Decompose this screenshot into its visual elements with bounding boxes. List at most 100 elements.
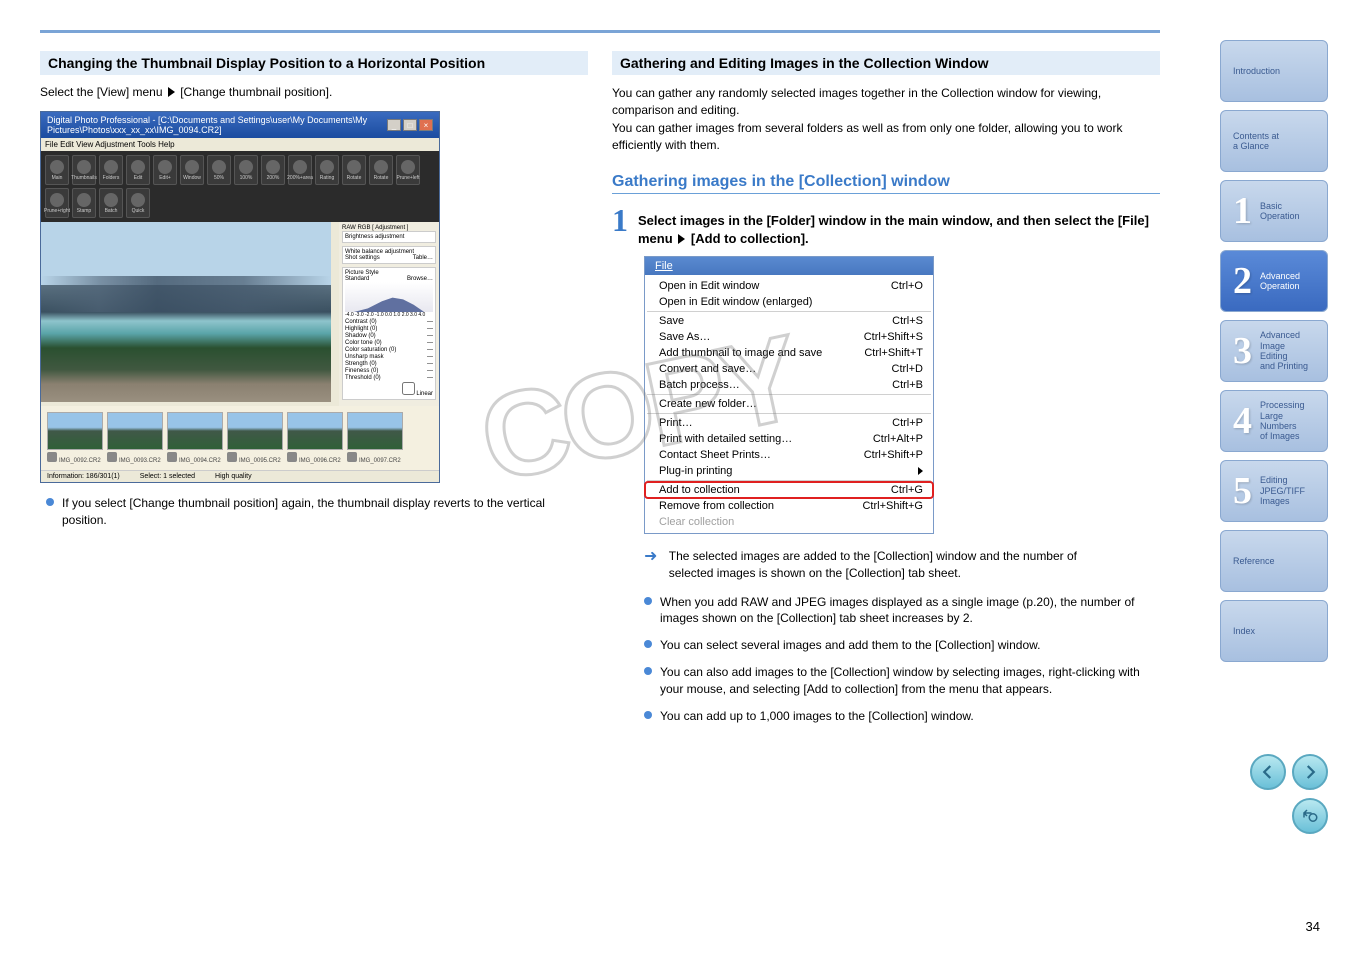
shortcut: Ctrl+P — [892, 417, 923, 429]
chapter-tab[interactable]: Introduction — [1220, 40, 1328, 102]
tool-button[interactable]: Window — [180, 155, 204, 185]
slider-row[interactable]: Color tone (0)— — [345, 340, 433, 346]
thumb-label: IMG_0095.CR2 — [227, 452, 283, 464]
person-icon — [167, 452, 177, 462]
chapter-tab[interactable]: 3Advanced Image Editing and Printing — [1220, 320, 1328, 382]
thumbnail[interactable]: IMG_0095.CR2 — [227, 412, 283, 464]
slider-row[interactable]: Shadow (0)— — [345, 333, 433, 339]
thumb-label: IMG_0096.CR2 — [287, 452, 343, 464]
tool-icon — [77, 160, 91, 174]
maximize-icon[interactable]: □ — [403, 119, 417, 131]
table-btn[interactable]: Table… — [413, 255, 433, 261]
menu-item[interactable]: Print…Ctrl+P — [645, 415, 933, 431]
shortcut: Ctrl+Shift+T — [864, 347, 923, 359]
menu-item[interactable]: Print with detailed setting…Ctrl+Alt+P — [645, 431, 933, 447]
chapter-label: Introduction — [1233, 66, 1280, 76]
slider-row[interactable]: Contrast (0)— — [345, 319, 433, 325]
tool-button[interactable]: Quick — [126, 188, 150, 218]
bullet-text: You can select several images and add th… — [660, 637, 1040, 654]
menu-item[interactable]: Save As…Ctrl+Shift+S — [645, 329, 933, 345]
menu-item[interactable]: Batch process…Ctrl+B — [645, 377, 933, 393]
bullet-icon — [46, 498, 54, 506]
tool-button[interactable]: 50% — [207, 155, 231, 185]
menu-label: Print with detailed setting… — [659, 433, 792, 445]
slider-row[interactable]: Threshold (0)— — [345, 375, 433, 381]
chapter-label: Reference — [1233, 556, 1275, 566]
menu-item[interactable]: Open in Edit window (enlarged) — [645, 294, 933, 310]
tool-button[interactable]: Prune+left — [396, 155, 420, 185]
tool-button[interactable]: Rotate — [342, 155, 366, 185]
intro-text: You can gather any randomly selected ima… — [612, 85, 1160, 155]
close-icon[interactable]: × — [419, 119, 433, 131]
shortcut: Ctrl+B — [892, 379, 923, 391]
tool-button[interactable]: Edit — [126, 155, 150, 185]
tool-button[interactable]: Main — [45, 155, 69, 185]
thumb-label: IMG_0092.CR2 — [47, 452, 103, 464]
next-page-button[interactable] — [1292, 754, 1328, 790]
result-text: The selected images are added to the [Co… — [669, 548, 1109, 582]
tool-button[interactable]: 100% — [234, 155, 258, 185]
menu-separator — [647, 480, 931, 481]
menu-label: Open in Edit window — [659, 280, 759, 292]
menu-item[interactable]: Convert and save…Ctrl+D — [645, 361, 933, 377]
menu-item[interactable]: Create new folder… — [645, 396, 933, 412]
menu-item[interactable]: Contact Sheet Prints…Ctrl+Shift+P — [645, 447, 933, 463]
chapter-tab[interactable]: Contents at a Glance — [1220, 110, 1328, 172]
tool-button[interactable]: Batch — [99, 188, 123, 218]
menu-label: Remove from collection — [659, 500, 774, 512]
chapter-tab[interactable]: 2Advanced Operation — [1220, 250, 1328, 312]
bullet-icon — [644, 597, 652, 605]
menu-item[interactable]: Open in Edit windowCtrl+O — [645, 278, 933, 294]
left-bullets: If you select [Change thumbnail position… — [46, 495, 588, 529]
menu-item[interactable]: Plug-in printing — [645, 463, 933, 479]
tool-button[interactable]: Rating — [315, 155, 339, 185]
slider-row[interactable]: Strength (0)— — [345, 361, 433, 367]
chapter-tab[interactable]: Index — [1220, 600, 1328, 662]
menu-item[interactable]: SaveCtrl+S — [645, 313, 933, 329]
slider-row[interactable]: Unsharp mask— — [345, 354, 433, 360]
menu-label: Open in Edit window (enlarged) — [659, 296, 812, 308]
tool-button[interactable]: 200% — [261, 155, 285, 185]
section-heading-right: Gathering and Editing Images in the Coll… — [612, 51, 1160, 75]
tool-button[interactable]: Stamp — [72, 188, 96, 218]
menu-label: Contact Sheet Prints… — [659, 449, 771, 461]
slider-row[interactable]: Color saturation (0)— — [345, 347, 433, 353]
app-main — [41, 222, 339, 406]
tool-button[interactable]: Prune+right — [45, 188, 69, 218]
chapter-tab[interactable]: 5Editing JPEG/TIFF Images — [1220, 460, 1328, 522]
linear-checkbox[interactable] — [402, 382, 415, 395]
chapter-tab[interactable]: Reference — [1220, 530, 1328, 592]
chapter-tab[interactable]: 1Basic Operation — [1220, 180, 1328, 242]
tool-button[interactable]: Folders — [99, 155, 123, 185]
bullet-icon — [644, 711, 652, 719]
thumb-label: IMG_0097.CR2 — [347, 452, 403, 464]
menu-item[interactable]: Remove from collectionCtrl+Shift+G — [645, 498, 933, 514]
menu-item[interactable]: Add to collectionCtrl+G — [645, 482, 933, 498]
histogram — [345, 282, 433, 312]
thumbnail[interactable]: IMG_0093.CR2 — [107, 412, 163, 464]
prev-page-button[interactable] — [1250, 754, 1286, 790]
subheading: Gathering images in the [Collection] win… — [612, 173, 1160, 191]
chapter-tab[interactable]: 4Processing Large Numbers of Images — [1220, 390, 1328, 452]
return-button[interactable] — [1292, 798, 1328, 834]
slider-row[interactable]: Fineness (0)— — [345, 368, 433, 374]
tool-button[interactable]: Edit+ — [153, 155, 177, 185]
bullet-item: You can add up to 1,000 images to the [C… — [644, 708, 1160, 725]
tool-button[interactable]: 200%+area — [288, 155, 312, 185]
file-menu-header: File — [645, 257, 933, 275]
step1-after: [Add to collection]. — [691, 231, 809, 246]
menu-item[interactable]: Add thumbnail to image and saveCtrl+Shif… — [645, 345, 933, 361]
minimize-icon[interactable]: _ — [387, 119, 401, 131]
chapter-number: 1 — [1233, 189, 1252, 233]
tool-icon — [50, 160, 64, 174]
sub-rule — [612, 193, 1160, 194]
tool-button[interactable]: Rotate — [369, 155, 393, 185]
chapter-label: Index — [1233, 626, 1255, 636]
tool-button[interactable]: Thumbnails — [72, 155, 96, 185]
thumbnail[interactable]: IMG_0096.CR2 — [287, 412, 343, 464]
thumbnail[interactable]: IMG_0097.CR2 — [347, 412, 403, 464]
thumbnail[interactable]: IMG_0092.CR2 — [47, 412, 103, 464]
thumbnail[interactable]: IMG_0094.CR2 — [167, 412, 223, 464]
slider-row[interactable]: Highlight (0)— — [345, 326, 433, 332]
tool-icon — [320, 160, 334, 174]
